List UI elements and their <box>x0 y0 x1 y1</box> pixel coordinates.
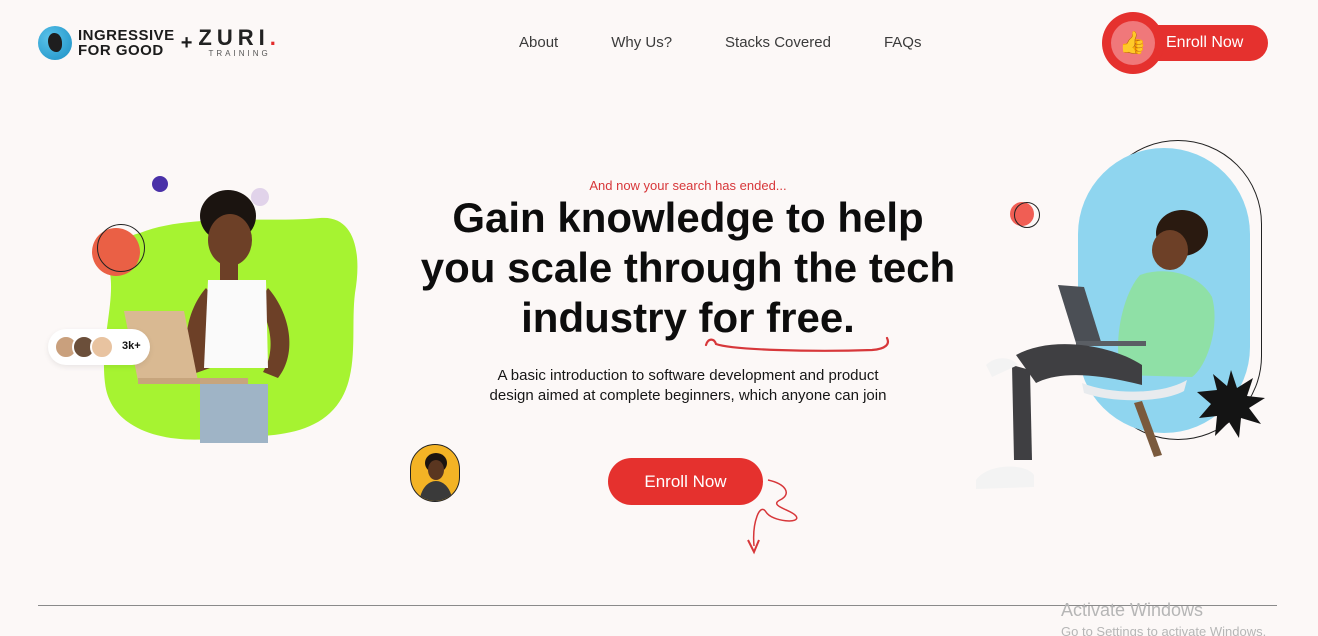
nav-why-us[interactable]: Why Us? <box>611 34 672 51</box>
main-nav: About Why Us? Stacks Covered FAQs <box>519 34 974 51</box>
brand-line-2: FOR GOOD <box>78 42 164 59</box>
nav-about[interactable]: About <box>519 34 558 51</box>
curly-arrow-icon <box>747 479 798 555</box>
avatar <box>90 335 114 359</box>
partner-dot: . <box>269 25 281 50</box>
student-avatar <box>410 444 460 502</box>
nav-faqs[interactable]: FAQs <box>884 34 922 51</box>
hero-headline: Gain knowledge to help you scale through… <box>420 194 956 341</box>
partner-name: ZURI <box>198 25 270 50</box>
watermark-subtitle: Go to Settings to activate Windows. <box>1061 624 1267 636</box>
hero-subtext: A basic introduction to software develop… <box>489 367 887 404</box>
partner-logo: ZURI. TRAINING <box>198 25 281 59</box>
africa-globe-icon <box>38 26 72 60</box>
brand-line-1: INGRESSIVE <box>78 27 175 44</box>
brand-name: INGRESSIVE FOR GOOD <box>78 28 175 58</box>
watermark-title: Activate Windows <box>1061 600 1204 620</box>
partner-subtitle: TRAINING <box>208 49 271 58</box>
header-enroll-button[interactable]: Enroll Now 👍 <box>1102 12 1268 74</box>
man-with-laptop-image <box>976 210 1215 489</box>
student-portrait-image <box>419 453 453 501</box>
starburst-shape <box>1197 370 1265 438</box>
community-avatars-chip: 3k+ <box>48 329 150 365</box>
windows-activation-watermark: Activate Windows Go to Settings to activ… <box>1061 600 1266 636</box>
nav-stacks-covered[interactable]: Stacks Covered <box>725 34 831 51</box>
hero-enroll-button[interactable]: Enroll Now <box>608 458 763 505</box>
logo-plus: + <box>180 31 193 54</box>
woman-with-laptop-image <box>124 190 290 443</box>
thumbs-up-icon: 👍 <box>1111 21 1155 65</box>
brand-logo[interactable]: INGRESSIVE FOR GOOD + ZURI. TRAINING <box>38 26 281 60</box>
community-count: 3k+ <box>122 340 141 352</box>
squiggle-underline <box>704 336 889 352</box>
